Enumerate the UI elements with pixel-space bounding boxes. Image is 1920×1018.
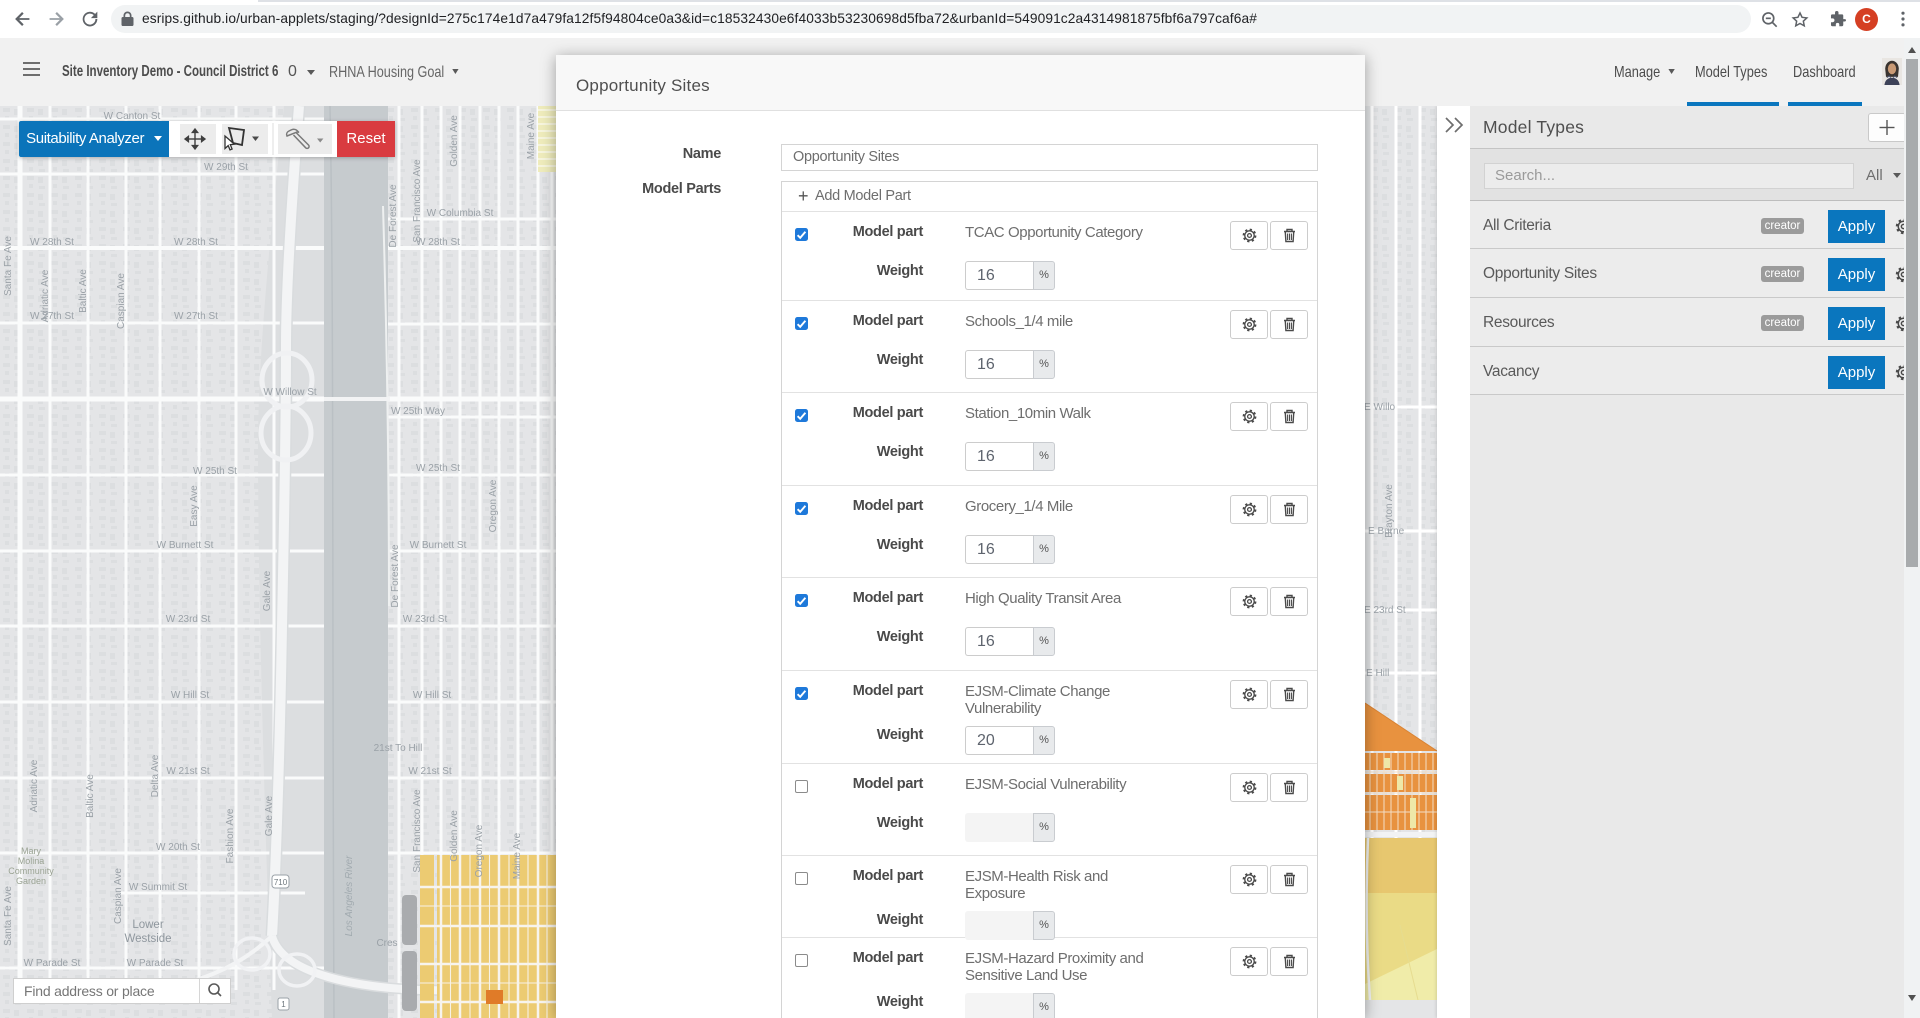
svg-text:Delta Ave: Delta Ave [150, 754, 161, 797]
svg-text:Fashion Ave: Fashion Ave [225, 808, 236, 863]
svg-text:Adriatic Ave: Adriatic Ave [29, 759, 40, 812]
svg-text:E 23rd St: E 23rd St [1364, 605, 1406, 616]
svg-text:W 23rd St: W 23rd St [403, 614, 448, 625]
svg-text:Baltic Ave: Baltic Ave [85, 774, 96, 818]
svg-text:Oregon Ave: Oregon Ave [488, 479, 499, 532]
svg-text:De Forest Ave: De Forest Ave [388, 184, 399, 248]
svg-text:W 29th St: W 29th St [204, 162, 248, 173]
svg-text:W Burnett St: W Burnett St [410, 540, 467, 551]
svg-text:W 21st St: W 21st St [408, 766, 452, 777]
svg-text:Community: Community [8, 866, 54, 876]
svg-text:Maine Ave: Maine Ave [512, 832, 523, 879]
svg-text:Santa Fe Ave: Santa Fe Ave [3, 886, 14, 946]
svg-text:Santa Fe Ave: Santa Fe Ave [3, 236, 14, 296]
svg-text:Caspian Ave: Caspian Ave [116, 273, 127, 329]
svg-text:W Summit St: W Summit St [129, 882, 188, 893]
svg-text:Oregon Ave: Oregon Ave [474, 824, 485, 877]
svg-text:W Parade St: W Parade St [24, 958, 81, 969]
svg-text:Lower: Lower [132, 919, 163, 931]
svg-text:W 28th St: W 28th St [174, 237, 218, 248]
svg-text:21st To Hill: 21st To Hill [374, 743, 423, 754]
svg-text:San Francisco Ave: San Francisco Ave [412, 159, 423, 243]
svg-text:Maine Ave: Maine Ave [526, 112, 537, 159]
svg-text:Easy Ave: Easy Ave [189, 485, 200, 527]
svg-text:W 27th St: W 27th St [174, 311, 218, 322]
svg-text:W Hill St: W Hill St [413, 690, 452, 701]
svg-text:W 25th Way: W 25th Way [391, 406, 445, 417]
svg-text:W 23rd St: W 23rd St [166, 614, 211, 625]
svg-text:E Hill: E Hill [1366, 668, 1389, 679]
svg-text:E Willo: E Willo [1364, 402, 1396, 413]
svg-text:W 27th St: W 27th St [30, 311, 74, 322]
svg-text:Gale Ave: Gale Ave [262, 570, 273, 611]
svg-text:Molina: Molina [18, 856, 45, 866]
svg-text:W Parade St: W Parade St [127, 958, 184, 969]
svg-text:W 20th St: W 20th St [156, 842, 200, 853]
svg-text:De Forest Ave: De Forest Ave [390, 544, 401, 608]
svg-text:W Burnett St: W Burnett St [157, 540, 214, 551]
svg-text:Los Angeles River: Los Angeles River [344, 855, 355, 936]
svg-text:San Francisco Ave: San Francisco Ave [412, 789, 423, 873]
svg-text:Golden Ave: Golden Ave [449, 115, 460, 167]
svg-text:W 28th St: W 28th St [30, 237, 74, 248]
svg-text:Golden Ave: Golden Ave [449, 810, 460, 862]
svg-text:Garden: Garden [16, 876, 46, 886]
svg-text:E Burne: E Burne [1368, 526, 1405, 537]
svg-text:Adriatic Ave: Adriatic Ave [40, 269, 51, 322]
svg-text:W 25th St: W 25th St [193, 466, 237, 477]
svg-text:710: 710 [274, 878, 288, 887]
svg-text:W 21st St: W 21st St [166, 766, 210, 777]
svg-text:1: 1 [281, 1000, 286, 1009]
svg-text:Gale Ave: Gale Ave [264, 795, 275, 836]
svg-text:Baltic Ave: Baltic Ave [78, 269, 89, 313]
svg-text:Westside: Westside [124, 933, 171, 945]
svg-text:W 25th St: W 25th St [416, 463, 460, 474]
svg-text:W Willow St: W Willow St [263, 387, 317, 398]
svg-text:Cres: Cres [376, 938, 397, 949]
svg-text:Mary: Mary [21, 846, 41, 856]
svg-text:W Columbia St: W Columbia St [427, 208, 494, 219]
svg-text:W Hill St: W Hill St [171, 690, 210, 701]
svg-text:Caspian Ave: Caspian Ave [113, 868, 124, 924]
